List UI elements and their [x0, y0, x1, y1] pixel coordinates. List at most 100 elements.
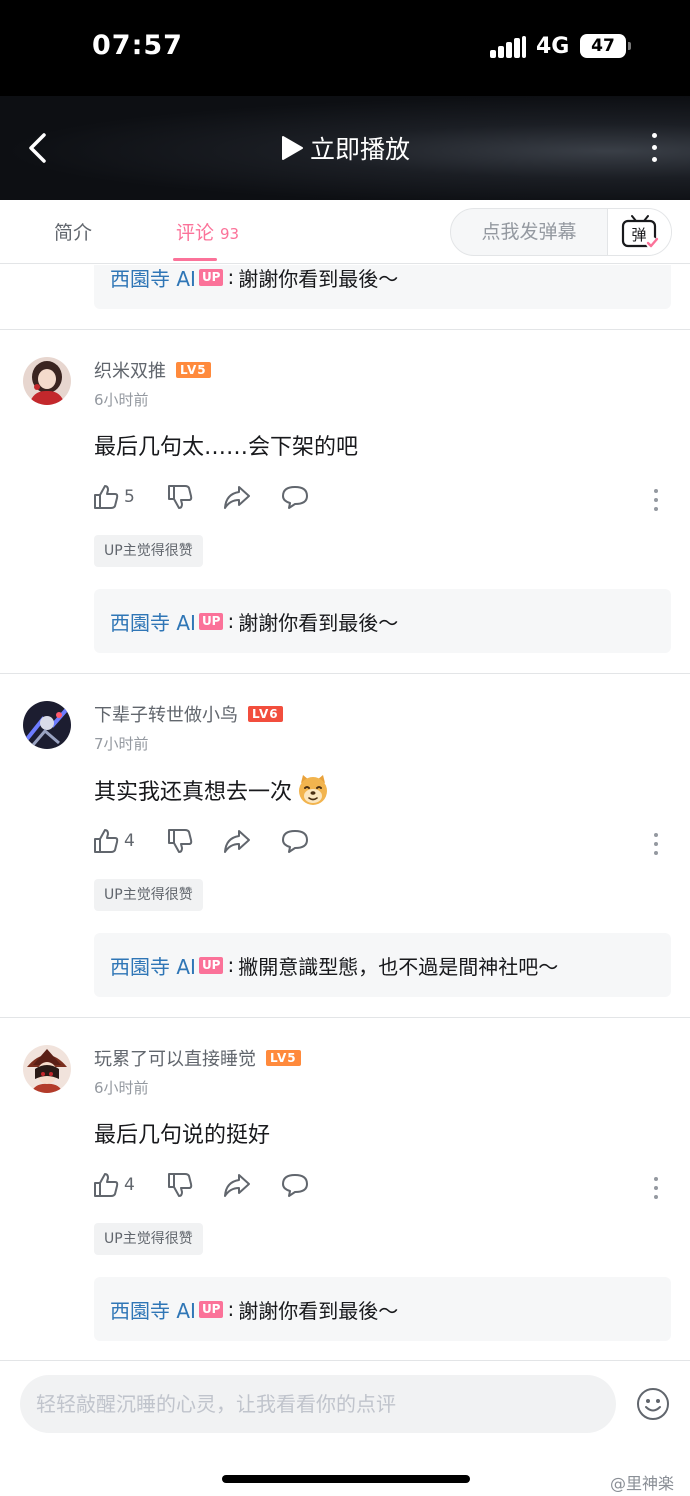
comment-input-bar: @里神楽 [0, 1360, 690, 1496]
tabs-bar: 简介 评论 93 点我发弹幕 弹 [0, 200, 690, 264]
reply-button[interactable] [280, 483, 310, 511]
up-badge: UP [198, 1300, 224, 1318]
reply-colon: : [227, 1297, 235, 1321]
up-reply[interactable]: 西園寺 AI UP: 撇開意識型態，也不過是間神社吧～ [94, 933, 671, 997]
dislike-icon [168, 485, 193, 509]
tab-comments[interactable]: 评论 93 [176, 218, 239, 245]
share-icon [224, 830, 250, 853]
reply-icon [282, 1174, 308, 1197]
comment-list: 西園寺 AI UP: 謝謝你看到最後～ 织米双推 LV5 6小时前 最后几句太……会… [0, 265, 690, 1360]
up-liked-tag: UP主觉得很赞 [94, 879, 203, 911]
comment-text: 其实我还真想去一次 [94, 773, 330, 807]
video-header: 立即播放 [0, 96, 690, 200]
username[interactable]: 织米双推 [94, 357, 166, 383]
play-icon [282, 136, 303, 160]
level-badge: LV6 [248, 706, 283, 722]
reply-icon [282, 486, 308, 509]
danmaku-input[interactable]: 点我发弹幕 [451, 209, 607, 255]
dislike-button[interactable] [166, 827, 194, 855]
comment-actions: 5 [92, 483, 682, 517]
comment-time: 7小时前 [94, 735, 149, 753]
more-icon[interactable] [646, 131, 662, 165]
like-icon [94, 829, 119, 853]
like-button[interactable]: 4 [92, 827, 135, 855]
up-reply[interactable]: 西園寺 AI UP: 謝謝你看到最後～ [94, 1277, 671, 1341]
level-badge: LV5 [266, 1050, 301, 1066]
tab-comments-label: 评论 [176, 222, 215, 244]
reply-author[interactable]: 西園寺 AI [110, 607, 196, 636]
reply-colon: : [227, 265, 235, 289]
network-type: 4G [536, 34, 570, 59]
like-icon [94, 485, 119, 509]
reply-author[interactable]: 西園寺 AI [110, 951, 196, 980]
comment-time: 6小时前 [94, 391, 149, 409]
back-icon[interactable] [26, 132, 50, 164]
dislike-icon [168, 829, 193, 853]
comment-more-icon[interactable] [654, 1177, 660, 1199]
up-liked-tag: UP主觉得很赞 [94, 1223, 203, 1255]
username[interactable]: 下辈子转世做小鸟 [94, 701, 238, 727]
status-bar: 07:57 4G 47 [0, 0, 690, 96]
svg-text:弹: 弹 [631, 226, 646, 244]
comment-actions: 4 [92, 1171, 682, 1205]
signal-icon [490, 36, 526, 58]
reply-colon: : [227, 609, 235, 633]
emoji-icon[interactable] [636, 1387, 670, 1421]
comment-text: 最后几句说的挺好 [94, 1117, 270, 1149]
dislike-button[interactable] [166, 483, 194, 511]
reply-text: 撇開意識型態，也不過是間神社吧～ [238, 954, 559, 979]
reply-icon [282, 830, 308, 853]
comment-time: 6小时前 [94, 1079, 149, 1097]
username-row: 玩累了可以直接睡觉 LV5 [94, 1045, 301, 1071]
comment-text-content: 最后几句说的挺好 [94, 1123, 271, 1148]
reply-text: 謝謝你看到最後～ [238, 1298, 399, 1323]
danmaku-bar: 点我发弹幕 弹 [450, 208, 672, 256]
share-icon [224, 1174, 250, 1197]
home-indicator [222, 1475, 470, 1483]
share-button[interactable] [222, 827, 252, 855]
reply-colon: : [227, 953, 235, 977]
reply-author[interactable]: 西園寺 AI [110, 1295, 196, 1324]
comments-count: 93 [220, 225, 240, 243]
comment-more-icon[interactable] [654, 489, 660, 511]
username-row: 下辈子转世做小鸟 LV6 [94, 701, 283, 727]
doge-emoji-icon [299, 775, 328, 805]
comment-text-content: 最后几句太……会下架的吧 [94, 435, 359, 460]
like-count: 5 [124, 487, 135, 507]
like-button[interactable]: 5 [92, 483, 135, 511]
comment-text-content: 其实我还真想去一次 [94, 780, 293, 805]
status-time: 07:57 [92, 30, 183, 61]
danmaku-toggle-button[interactable]: 弹 [608, 209, 671, 255]
up-reply[interactable]: 西園寺 AI UP: 謝謝你看到最後～ [94, 265, 671, 309]
avatar[interactable] [23, 357, 71, 405]
share-button[interactable] [222, 483, 252, 511]
divider [0, 673, 690, 674]
like-count: 4 [124, 1175, 135, 1195]
tab-intro[interactable]: 简介 [54, 218, 92, 245]
up-reply[interactable]: 西園寺 AI UP: 謝謝你看到最後～ [94, 589, 671, 653]
like-count: 4 [124, 831, 135, 851]
divider [0, 1017, 690, 1018]
reply-text: 謝謝你看到最後～ [238, 266, 399, 291]
comment-text: 最后几句太……会下架的吧 [94, 429, 358, 461]
comment-actions: 4 [92, 827, 682, 861]
play-now-label: 立即播放 [310, 135, 411, 164]
play-now-button[interactable]: 立即播放 [280, 129, 410, 167]
reply-button[interactable] [280, 1171, 310, 1199]
up-badge: UP [198, 268, 224, 286]
avatar[interactable] [23, 701, 71, 749]
dislike-button[interactable] [166, 1171, 194, 1199]
level-badge: LV5 [176, 362, 211, 378]
reply-author[interactable]: 西園寺 AI [110, 265, 196, 292]
up-badge: UP [198, 612, 224, 630]
share-icon [224, 486, 250, 509]
avatar[interactable] [23, 1045, 71, 1093]
comment-more-icon[interactable] [654, 833, 660, 855]
comment-input[interactable] [20, 1375, 616, 1433]
like-button[interactable]: 4 [92, 1171, 135, 1199]
up-liked-tag: UP主觉得很赞 [94, 535, 203, 567]
up-badge: UP [198, 956, 224, 974]
username[interactable]: 玩累了可以直接睡觉 [94, 1045, 256, 1071]
reply-button[interactable] [280, 827, 310, 855]
share-button[interactable] [222, 1171, 252, 1199]
